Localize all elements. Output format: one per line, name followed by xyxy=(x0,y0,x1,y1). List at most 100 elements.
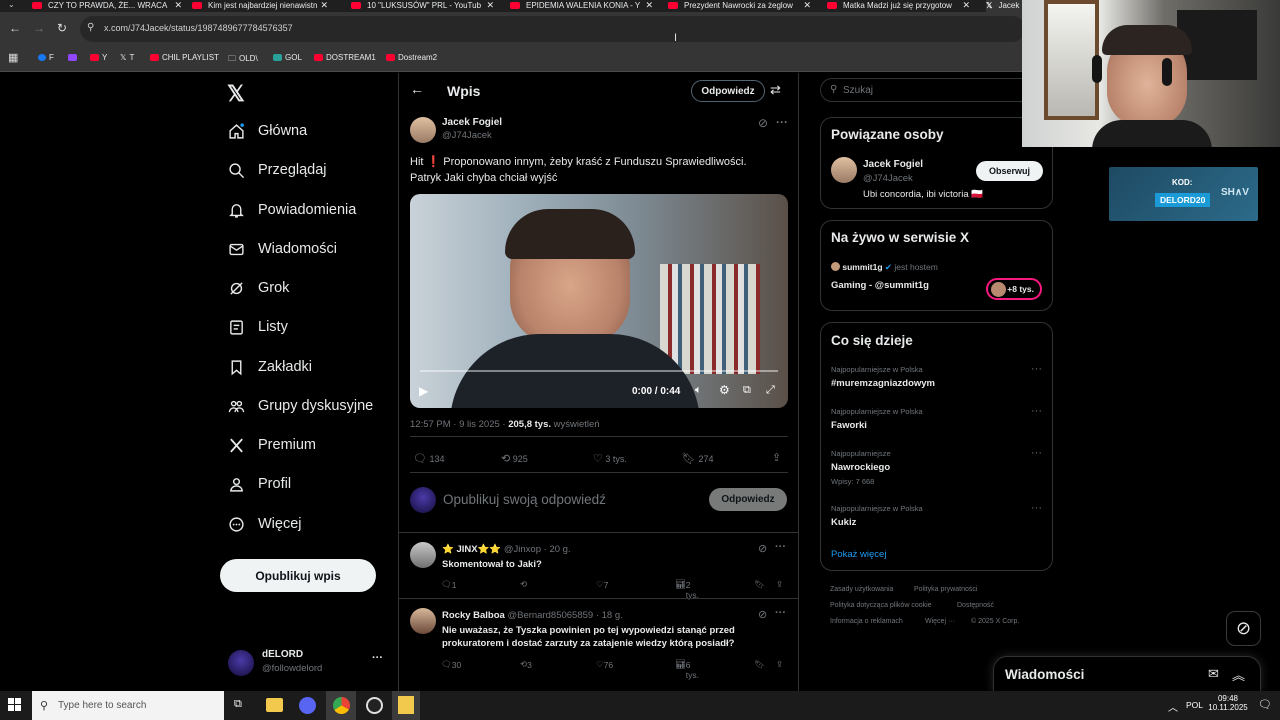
volume-icon[interactable]: 🔈︎ xyxy=(695,384,702,397)
live-name[interactable]: Gaming - @summit1g xyxy=(831,280,929,291)
back-arrow-icon[interactable]: ← xyxy=(410,81,424,97)
bookmark-folder-old[interactable]: 🗀 OLD\ xyxy=(228,53,258,67)
post-video[interactable]: ▶ 0:00 / 0:44 🔈︎ ⚙ ⧉ ⤢ xyxy=(410,194,788,408)
windows-start-icon[interactable] xyxy=(8,698,22,712)
bookmark-f[interactable]: F xyxy=(38,53,54,62)
reload-icon[interactable]: ↻ xyxy=(57,21,67,35)
obs-icon[interactable] xyxy=(366,697,383,714)
reply-avatar[interactable] xyxy=(410,608,436,634)
reply-name[interactable]: Rocky Balboa xyxy=(442,610,505,621)
browser-tab-active[interactable]: 𝕏 Jacek xyxy=(986,0,1026,12)
close-icon[interactable]: ✕ xyxy=(803,0,811,11)
nav-premium[interactable]: Premium xyxy=(228,430,316,460)
reply-share-icon[interactable]: ⇪ xyxy=(776,659,783,670)
address-bar[interactable]: ⚲ x.com/J74Jacek/status/1987489677784576… xyxy=(80,16,1025,42)
footer-link[interactable]: Polityka prywatności xyxy=(914,586,977,593)
bookmark-y[interactable]: Y xyxy=(90,53,107,62)
browser-tab-3[interactable]: 10 "LUKSUSÓW" PRL - YouTub ✕ xyxy=(351,0,494,12)
trend-more-icon[interactable]: ··· xyxy=(1031,502,1042,514)
account-more-icon[interactable]: ··· xyxy=(372,652,383,664)
close-icon[interactable]: ✕ xyxy=(486,0,494,11)
related-name[interactable]: Jacek Fogiel xyxy=(863,159,923,170)
browser-tab-6[interactable]: Matka Madzi już się przygotow ✕ xyxy=(827,0,970,12)
expand-chevron-icon[interactable]: ︽ xyxy=(1232,665,1245,684)
bookmark-gol[interactable]: GOL xyxy=(273,53,302,62)
trend-more-icon[interactable]: ··· xyxy=(1031,447,1042,459)
bookmark-dostream1[interactable]: DOSTREAM1 xyxy=(314,53,376,62)
reply-item[interactable]: Rocky Balboa @Bernard85065859 · 18 g. ⊘ … xyxy=(399,598,798,680)
app-taskbar-item[interactable] xyxy=(392,691,420,720)
trend-name[interactable]: Nawrockiego xyxy=(831,462,890,473)
bookmark-count-button[interactable]: 🔖︎ 274 xyxy=(682,452,714,465)
nav-communities[interactable]: Grupy dyskusyjne xyxy=(228,391,373,421)
follow-button[interactable]: Obserwuj xyxy=(976,161,1043,181)
nav-grok[interactable]: Grok xyxy=(228,273,289,303)
reply-comment-button[interactable]: 🗨︎ 30 xyxy=(441,659,461,670)
reply-repost-button[interactable]: ⟲ xyxy=(520,579,527,590)
browser-tab-2[interactable]: Kim jest najbardziej nienawistn ✕ xyxy=(192,0,328,12)
video-progress-track[interactable] xyxy=(420,370,778,372)
nav-home[interactable]: Główna xyxy=(228,116,307,146)
bookmark-chil-playlist[interactable]: CHIL PLAYLIST xyxy=(150,53,219,62)
grok-post-icon[interactable]: ⊘ xyxy=(758,608,767,621)
bookmark-t[interactable]: 𝕏T xyxy=(120,53,134,62)
browser-tab-1[interactable]: CZY TO PRAWDA, ŻE... WRACA ✕ xyxy=(32,0,182,12)
reply-like-button[interactable]: ♡ 76 xyxy=(596,659,613,670)
trend-name[interactable]: #muremzagniazdowym xyxy=(831,378,935,389)
reply-count-button[interactable]: 🗨︎ 134 xyxy=(413,452,445,465)
nav-bookmarks[interactable]: Zakładki xyxy=(228,352,312,382)
reply-item[interactable]: ⭐ JINX⭐⭐ @Jinxop · 20 g. ⊘ ··· Skomentow… xyxy=(399,532,798,600)
play-icon[interactable]: ▶ xyxy=(419,384,428,398)
reply-name[interactable]: ⭐ JINX⭐⭐ xyxy=(442,544,501,555)
file-explorer-icon[interactable] xyxy=(266,698,283,712)
forward-arrow-icon[interactable]: → xyxy=(33,21,45,35)
grok-post-icon[interactable]: ⊘ xyxy=(758,542,767,555)
footer-link[interactable]: Dostępność xyxy=(957,602,994,609)
related-avatar[interactable] xyxy=(831,157,857,183)
reply-like-button[interactable]: ♡ 7 xyxy=(596,579,608,590)
browser-tab-4[interactable]: EPIDEMIA WALENIA KONIA - Y ✕ xyxy=(510,0,653,12)
footer-link[interactable]: Polityka dotycząca plików cookie xyxy=(830,602,932,609)
close-icon[interactable]: ✕ xyxy=(174,0,182,11)
author-avatar[interactable] xyxy=(410,117,436,143)
clock[interactable]: 09:48 10.11.2025 xyxy=(1207,694,1249,712)
reply-repost-button[interactable]: ⟲ 3 xyxy=(520,659,532,670)
fullscreen-icon[interactable]: ⤢ xyxy=(766,384,775,397)
notifications-icon[interactable]: 🗨︎ xyxy=(1258,698,1272,711)
picture-in-picture-icon[interactable]: ⧉ xyxy=(743,384,751,397)
settings-gear-icon[interactable]: ⚙ xyxy=(719,383,730,397)
site-settings-icon[interactable]: ⚲ xyxy=(87,22,94,33)
reply-avatar[interactable] xyxy=(410,542,436,568)
live-host-row[interactable]: summit1g ✔ jest hostem xyxy=(831,262,938,273)
reply-views-button[interactable]: 📊︎ 2 tys. xyxy=(675,579,699,600)
close-icon[interactable]: ✕ xyxy=(320,0,328,11)
footer-link[interactable]: Zasady użytkowania xyxy=(830,586,893,593)
live-count-badge[interactable]: +8 tys. xyxy=(986,278,1042,300)
close-icon[interactable]: ✕ xyxy=(645,0,653,11)
reply-settings-icon[interactable]: ⇄ xyxy=(770,82,781,98)
reply-share-icon[interactable]: ⇪ xyxy=(776,579,783,590)
apps-grid-icon[interactable]: ▦ xyxy=(8,51,18,64)
trend-more-icon[interactable]: ··· xyxy=(1031,363,1042,375)
chrome-taskbar-item[interactable] xyxy=(326,691,356,720)
reply-input[interactable]: Opublikuj swoją odpowiedź xyxy=(443,492,606,507)
grok-post-icon[interactable]: ⊘ xyxy=(758,116,768,130)
close-icon[interactable]: ✕ xyxy=(962,0,970,11)
reply-bookmark-icon[interactable]: 🔖︎ xyxy=(754,579,765,590)
nav-profile[interactable]: Profil xyxy=(228,469,291,499)
new-message-icon[interactable]: ✉ xyxy=(1208,666,1219,682)
footer-link[interactable]: Informacja o reklamach xyxy=(830,618,903,625)
discord-icon[interactable] xyxy=(299,697,316,714)
reply-comment-button[interactable]: 🗨︎ 1 xyxy=(441,579,457,590)
nav-explore[interactable]: Przeglądaj xyxy=(228,155,327,185)
account-switcher[interactable]: dELORD @followdelord ··· xyxy=(228,648,388,680)
nav-more[interactable]: Więcej xyxy=(228,509,302,539)
show-more-link[interactable]: Pokaż więcej xyxy=(831,549,886,560)
x-logo-icon[interactable]: 𝕏 xyxy=(227,81,245,107)
compose-post-button[interactable]: Opublikuj wpis xyxy=(220,559,376,592)
messages-drawer[interactable]: Wiadomości ✉ ︽ xyxy=(993,656,1261,691)
browser-tab-5[interactable]: Prezydent Nawrocki za żeglow ✕ xyxy=(668,0,811,12)
nav-notifications[interactable]: Powiadomienia xyxy=(228,195,356,225)
tab-search-chevron-icon[interactable]: ⌄ xyxy=(8,0,15,9)
trend-more-icon[interactable]: ··· xyxy=(1031,405,1042,417)
